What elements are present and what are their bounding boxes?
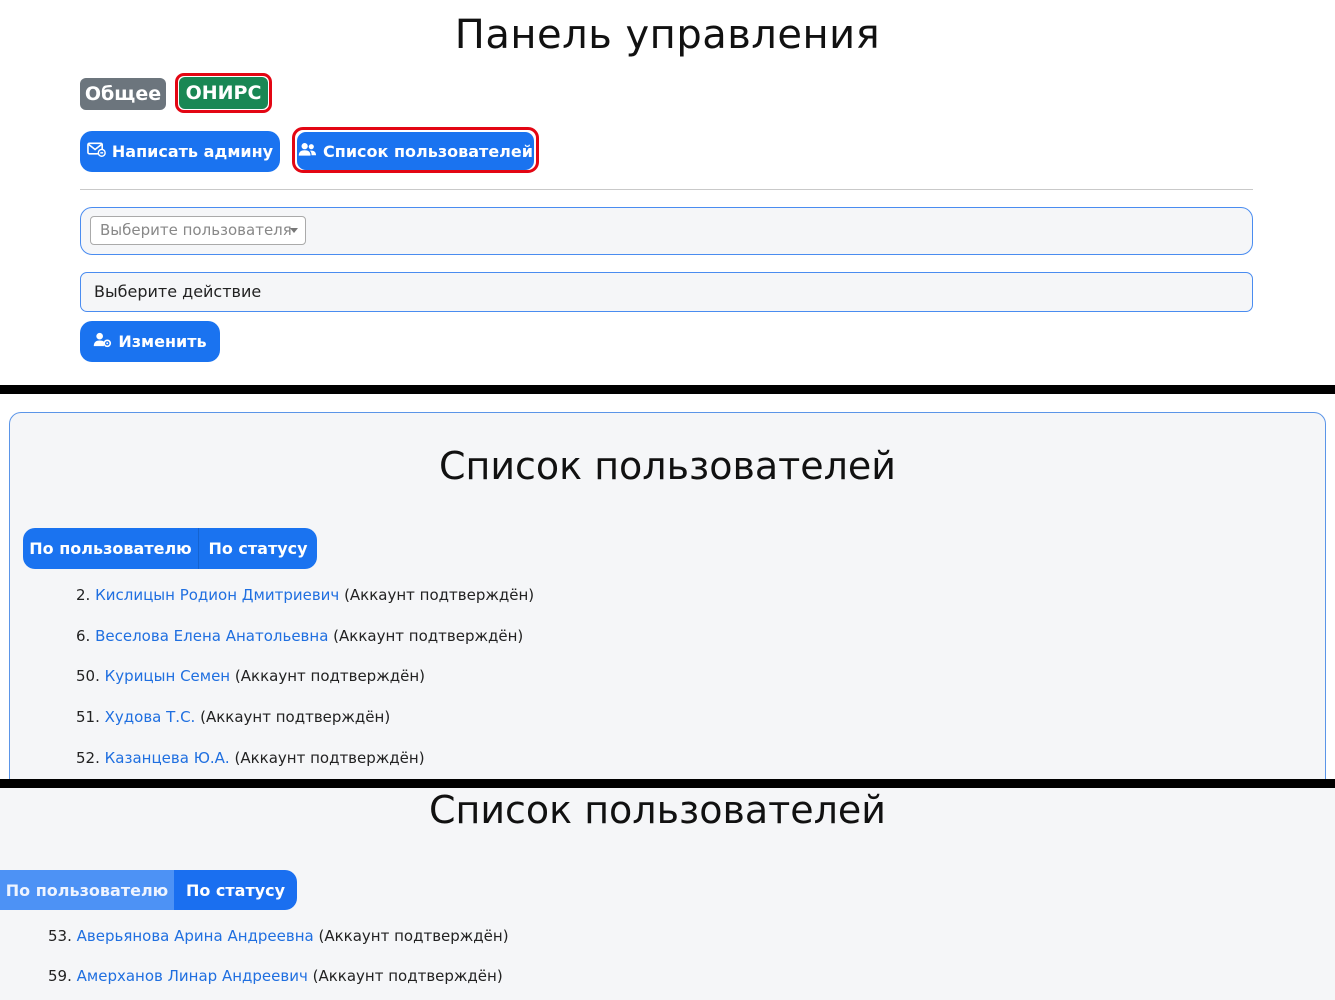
user-list-label: Список пользователей <box>323 141 533 161</box>
user-select-placeholder: Выберите пользователя <box>100 221 292 239</box>
screenshot-separator <box>0 779 1335 788</box>
user-status: (Аккаунт подтверждён) <box>234 748 425 767</box>
page-title: Панель управления <box>454 12 881 58</box>
caret-down-icon <box>290 228 298 233</box>
user-status: (Аккаунт подтверждён) <box>318 927 509 945</box>
user-list-status-section: Список пользователей По пользователю По … <box>0 788 1335 1000</box>
write-admin-button[interactable]: Написать админу <box>80 131 280 172</box>
divider-line <box>80 189 1253 190</box>
list-item: 6. Веселова Елена Анатольевна (Аккаунт п… <box>76 626 534 667</box>
user-status: (Аккаунт подтверждён) <box>333 626 524 645</box>
user-number: 2. <box>76 586 91 604</box>
tab-by-user[interactable]: По пользователю <box>0 870 174 910</box>
user-status: (Аккаунт подтверждён) <box>200 708 391 727</box>
users-icon <box>298 141 317 162</box>
list-item: 53. Аверьянова Арина Андреевна (Аккаунт … <box>48 926 509 966</box>
write-admin-label: Написать админу <box>111 142 274 161</box>
action-select-value: Выберите действие <box>94 282 262 301</box>
user-list-button[interactable]: Список пользователей <box>297 132 534 170</box>
tab-by-status[interactable]: По статусу <box>198 528 317 569</box>
list-item: 2. Кислицын Родион Дмитриевич (Аккаунт п… <box>76 585 534 626</box>
user-select-container: Выберите пользователя <box>80 207 1253 255</box>
user-list-title: Список пользователей <box>428 788 887 832</box>
user-list: 2. Кислицын Родион Дмитриевич (Аккаунт п… <box>76 585 534 788</box>
user-link[interactable]: Казанцева Ю.А. <box>105 749 230 767</box>
user-link[interactable]: Кислицын Родион Дмитриевич <box>95 586 339 604</box>
user-number: 50. <box>76 667 100 686</box>
user-list-title: Список пользователей <box>438 444 897 488</box>
tab-by-user[interactable]: По пользователю <box>23 528 198 569</box>
user-list: 53. Аверьянова Арина Андреевна (Аккаунт … <box>48 926 509 1000</box>
tab-general[interactable]: Общее <box>80 78 166 110</box>
change-label: Изменить <box>118 332 207 351</box>
list-item: 51. Худова Т.С. (Аккаунт подтверждён) <box>76 707 534 748</box>
user-gear-icon <box>93 331 112 352</box>
user-link[interactable]: Аверьянова Арина Андреевна <box>77 927 314 945</box>
sort-toggle-group: По пользователю По статусу <box>23 528 317 569</box>
user-number: 59. <box>48 967 72 985</box>
screenshot-separator <box>0 385 1335 394</box>
user-link[interactable]: Курицын Семен <box>105 667 230 685</box>
user-status: (Аккаунт подтверждён) <box>312 967 503 985</box>
user-number: 51. <box>76 708 100 727</box>
tab-onirs[interactable]: ОНИРС <box>179 77 268 109</box>
user-select[interactable]: Выберите пользователя <box>90 216 306 245</box>
sort-toggle-group: По пользователю По статусу <box>0 870 297 910</box>
user-number: 52. <box>76 748 100 767</box>
user-link[interactable]: Амерханов Линар Андреевич <box>77 967 308 985</box>
user-list-section: Список пользователей По пользователю По … <box>0 394 1335 792</box>
control-panel-section: Панель управления Общее ОНИРС Написать а… <box>0 0 1335 385</box>
change-button[interactable]: Изменить <box>80 321 220 362</box>
envelope-icon <box>87 141 106 162</box>
action-select[interactable]: Выберите действие <box>80 272 1253 312</box>
tab-by-status[interactable]: По статусу <box>174 870 297 910</box>
user-status: (Аккаунт подтверждён) <box>234 667 425 686</box>
list-item: 50. Курицын Семен (Аккаунт подтверждён) <box>76 666 534 707</box>
user-link[interactable]: Веселова Елена Анатольевна <box>95 627 328 645</box>
user-number: 53. <box>48 927 72 945</box>
user-link[interactable]: Худова Т.С. <box>105 708 196 726</box>
list-item: 59. Амерханов Линар Андреевич (Аккаунт п… <box>48 966 509 1000</box>
user-status: (Аккаунт подтверждён) <box>344 586 535 604</box>
user-number: 6. <box>76 626 91 645</box>
